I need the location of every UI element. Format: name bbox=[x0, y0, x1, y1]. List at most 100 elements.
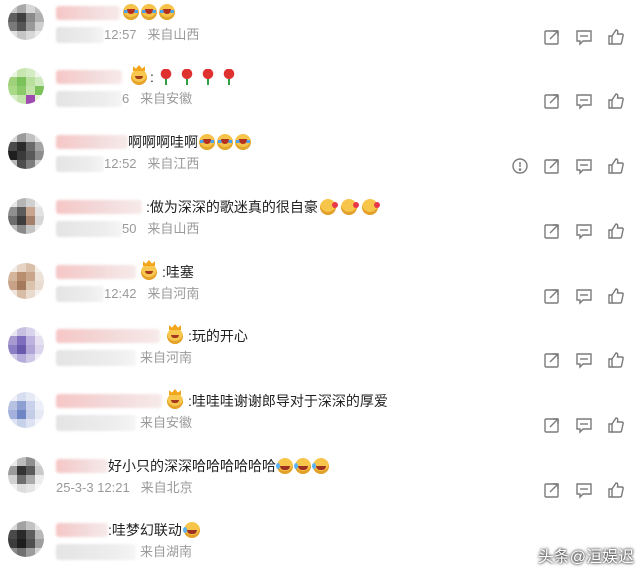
crown-emoji bbox=[167, 328, 183, 344]
comment-item: :做为深深的歌迷真的很自豪 50 来自山西 bbox=[0, 194, 640, 258]
report-icon[interactable] bbox=[510, 156, 530, 176]
username-blurred[interactable] bbox=[56, 265, 136, 279]
like-icon[interactable] bbox=[606, 221, 626, 241]
comment-time: 6 bbox=[122, 91, 130, 106]
watermark: 头条@洹娱迟 bbox=[537, 549, 634, 566]
like-icon[interactable] bbox=[606, 480, 626, 500]
comment-text: :哇哇哇谢谢郎导对于深深的厚爱 bbox=[166, 392, 388, 410]
comment-icon[interactable] bbox=[574, 221, 594, 241]
crying-emoji bbox=[217, 134, 233, 150]
crying-emoji bbox=[141, 4, 157, 20]
laughing-emoji bbox=[182, 522, 200, 538]
avatar[interactable] bbox=[8, 4, 44, 40]
username-blurred[interactable] bbox=[56, 459, 108, 473]
reply-icon[interactable] bbox=[542, 350, 562, 370]
comment-item: :哇塞 12:42 来自河南 bbox=[0, 259, 640, 323]
comment-text: :哇塞 bbox=[140, 263, 194, 281]
kiss-emoji bbox=[340, 199, 359, 215]
comment-time: 12:42 bbox=[104, 286, 137, 301]
time-blurred bbox=[56, 350, 136, 366]
avatar[interactable] bbox=[8, 392, 44, 428]
comment-icon[interactable] bbox=[574, 27, 594, 47]
kiss-emoji bbox=[319, 199, 338, 215]
time-blurred bbox=[56, 415, 136, 431]
comment-text: 好小只的深深哈哈哈哈哈哈 bbox=[108, 457, 330, 475]
comment-text: :做为深深的歌迷真的很自豪 bbox=[146, 198, 380, 216]
comment-icon[interactable] bbox=[574, 156, 594, 176]
comment-actions bbox=[530, 221, 626, 241]
like-icon[interactable] bbox=[606, 415, 626, 435]
comment-time: 12:57 bbox=[104, 27, 137, 42]
like-icon[interactable] bbox=[606, 350, 626, 370]
avatar[interactable] bbox=[8, 521, 44, 557]
comment-icon[interactable] bbox=[574, 415, 594, 435]
comment-meta: 来自河南 bbox=[140, 350, 192, 366]
comment-item: : 6 来自安徽 bbox=[0, 64, 640, 128]
crown-emoji bbox=[167, 393, 183, 409]
comment-item: 好小只的深深哈哈哈哈哈哈 25-3-3 12:21 来自北京 bbox=[0, 453, 640, 517]
comment-text: 啊啊啊哇啊 bbox=[128, 133, 252, 151]
username-blurred[interactable] bbox=[56, 70, 122, 84]
comment-location: 来自北京 bbox=[140, 480, 193, 495]
like-icon[interactable] bbox=[606, 91, 626, 111]
rose-emoji bbox=[220, 69, 237, 85]
comment-time: 50 bbox=[122, 221, 137, 236]
avatar[interactable] bbox=[8, 198, 44, 234]
username-blurred[interactable] bbox=[56, 329, 160, 343]
crying-emoji bbox=[199, 134, 215, 150]
comment-location: 来自河南 bbox=[140, 350, 193, 365]
comment-actions bbox=[498, 156, 626, 176]
comment-meta: 来自湖南 bbox=[140, 544, 192, 560]
time-blurred bbox=[56, 221, 122, 237]
comment-location: 来自山西 bbox=[147, 27, 200, 42]
comment-actions bbox=[530, 286, 626, 306]
username-blurred[interactable] bbox=[56, 523, 108, 537]
reply-icon[interactable] bbox=[542, 91, 562, 111]
laughing-emoji bbox=[312, 458, 329, 474]
comment-icon[interactable] bbox=[574, 480, 594, 500]
comment-text bbox=[122, 4, 176, 20]
like-icon[interactable] bbox=[606, 286, 626, 306]
avatar[interactable] bbox=[8, 263, 44, 299]
reply-icon[interactable] bbox=[542, 415, 562, 435]
reply-icon[interactable] bbox=[542, 480, 562, 500]
avatar[interactable] bbox=[8, 457, 44, 493]
reply-icon[interactable] bbox=[542, 27, 562, 47]
reply-icon[interactable] bbox=[542, 156, 562, 176]
comment-meta: 来自安徽 bbox=[140, 415, 192, 431]
time-blurred bbox=[56, 286, 104, 302]
avatar[interactable] bbox=[8, 68, 44, 104]
crying-emoji bbox=[123, 4, 139, 20]
time-blurred bbox=[56, 27, 104, 43]
username-blurred[interactable] bbox=[56, 394, 162, 408]
crying-emoji bbox=[235, 134, 251, 150]
comment-time: 25-3-3 12:21 bbox=[56, 480, 130, 495]
comment-icon[interactable] bbox=[574, 91, 594, 111]
comment-meta: 50 来自山西 bbox=[122, 221, 199, 237]
reply-icon[interactable] bbox=[542, 286, 562, 306]
comment-item: :玩的开心 来自河南 bbox=[0, 323, 640, 387]
rose-emoji bbox=[199, 69, 216, 85]
avatar[interactable] bbox=[8, 133, 44, 169]
comment-meta: 25-3-3 12:21 来自北京 bbox=[56, 480, 193, 496]
comment-meta: 12:52 来自江西 bbox=[104, 156, 199, 172]
comment-item: :哇哇哇谢谢郎导对于深深的厚爱 来自安徽 bbox=[0, 388, 640, 452]
comment-actions bbox=[530, 350, 626, 370]
rose-emoji bbox=[178, 69, 195, 85]
comment-icon[interactable] bbox=[574, 350, 594, 370]
rose-emoji bbox=[157, 69, 174, 85]
kiss-emoji bbox=[361, 199, 380, 215]
comment-location: 来自安徽 bbox=[140, 91, 193, 106]
username-blurred[interactable] bbox=[56, 6, 120, 20]
comment-meta: 12:42 来自河南 bbox=[104, 286, 199, 302]
crown-emoji bbox=[131, 69, 147, 85]
avatar[interactable] bbox=[8, 327, 44, 363]
reply-icon[interactable] bbox=[542, 221, 562, 241]
comment-icon[interactable] bbox=[574, 286, 594, 306]
comment-item: 12:57 来自山西 bbox=[0, 0, 640, 64]
time-blurred bbox=[56, 156, 104, 172]
like-icon[interactable] bbox=[606, 156, 626, 176]
username-blurred[interactable] bbox=[56, 200, 142, 214]
like-icon[interactable] bbox=[606, 27, 626, 47]
username-blurred[interactable] bbox=[56, 135, 128, 149]
